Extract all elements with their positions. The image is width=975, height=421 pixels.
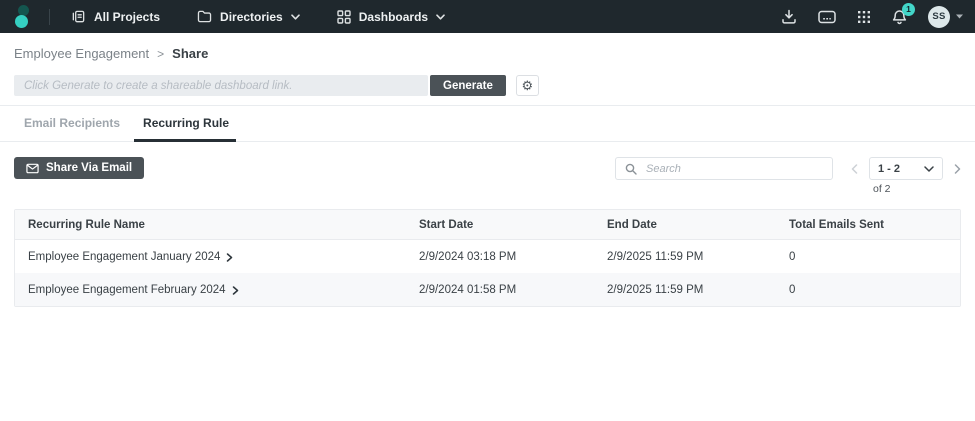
generate-button[interactable]: Generate bbox=[430, 75, 506, 96]
breadcrumb-separator: > bbox=[157, 47, 164, 61]
link-settings-button[interactable]: ⚙ bbox=[516, 75, 539, 96]
search-input[interactable] bbox=[644, 162, 823, 176]
folder-icon bbox=[197, 10, 212, 23]
rule-name-cell: Employee Engagement January 2024 bbox=[15, 251, 405, 263]
column-header-start-date: Start Date bbox=[405, 219, 593, 231]
notifications-bell[interactable]: 1 bbox=[892, 9, 907, 25]
main-content: Employee Engagement > Share Generate ⚙ E… bbox=[0, 46, 975, 307]
breadcrumb: Employee Engagement > Share bbox=[14, 46, 961, 61]
share-link-row: Generate ⚙ bbox=[14, 75, 961, 96]
avatar: SS bbox=[928, 6, 950, 28]
page-total-label: of 2 bbox=[869, 183, 943, 195]
nav-item-dashboards[interactable]: Dashboards bbox=[337, 10, 445, 24]
rule-name: Employee Engagement January 2024 bbox=[28, 251, 220, 263]
column-header-rule-name: Recurring Rule Name bbox=[15, 219, 405, 231]
dashboard-grid-icon bbox=[337, 10, 351, 24]
nav-item-directories[interactable]: Directories bbox=[197, 10, 300, 24]
share-tabs: Email Recipients Recurring Rule bbox=[0, 106, 975, 142]
table-row[interactable]: Employee Engagement January 2024 2/9/202… bbox=[15, 240, 960, 273]
total-emails-cell: 0 bbox=[775, 284, 960, 296]
start-date-cell: 2/9/2024 03:18 PM bbox=[405, 251, 593, 263]
column-header-end-date: End Date bbox=[593, 219, 775, 231]
recurring-rules-table: Recurring Rule Name Start Date End Date … bbox=[14, 209, 961, 307]
projects-icon bbox=[71, 9, 86, 24]
rule-name: Employee Engagement February 2024 bbox=[28, 284, 226, 296]
breadcrumb-parent[interactable]: Employee Engagement bbox=[14, 46, 149, 61]
nav-item-label: Dashboards bbox=[359, 10, 428, 24]
notification-badge: 1 bbox=[902, 3, 915, 16]
page-next-button[interactable] bbox=[954, 164, 961, 174]
column-header-total-emails: Total Emails Sent bbox=[775, 219, 960, 231]
chevron-down-icon bbox=[956, 14, 963, 19]
table-row[interactable]: Employee Engagement February 2024 2/9/20… bbox=[15, 273, 960, 306]
top-navbar: All Projects Directories Dashboards bbox=[0, 0, 975, 33]
breadcrumb-current: Share bbox=[172, 46, 208, 61]
user-menu[interactable]: SS bbox=[928, 6, 963, 28]
envelope-icon bbox=[26, 163, 39, 174]
recurring-rule-toolbar: Share Via Email 1 - 2 bbox=[14, 157, 961, 195]
toolbar-right: 1 - 2 of 2 bbox=[615, 157, 961, 195]
chevron-right-icon bbox=[226, 253, 233, 262]
page-range-value: 1 - 2 bbox=[878, 163, 900, 175]
page-previous-button[interactable] bbox=[851, 164, 858, 174]
total-emails-cell: 0 bbox=[775, 251, 960, 263]
apps-grid-icon[interactable] bbox=[857, 10, 871, 24]
search-icon bbox=[625, 163, 637, 175]
nav-item-label: Directories bbox=[220, 10, 283, 24]
page-range-select-wrap: 1 - 2 of 2 bbox=[869, 157, 943, 195]
brand-logo[interactable] bbox=[14, 3, 32, 30]
navbar-actions: 1 SS bbox=[781, 6, 963, 28]
nav-item-label: All Projects bbox=[94, 10, 160, 24]
chevron-down-icon bbox=[291, 14, 300, 20]
start-date-cell: 2/9/2024 01:58 PM bbox=[405, 284, 593, 296]
share-via-email-button[interactable]: Share Via Email bbox=[14, 157, 144, 179]
end-date-cell: 2/9/2025 11:59 PM bbox=[593, 284, 775, 296]
chevron-down-icon bbox=[436, 14, 445, 20]
download-icon[interactable] bbox=[781, 9, 797, 24]
rule-name-cell: Employee Engagement February 2024 bbox=[15, 284, 405, 296]
logo-dot-teal bbox=[15, 15, 28, 28]
page-range-select[interactable]: 1 - 2 bbox=[869, 157, 943, 180]
end-date-cell: 2/9/2025 11:59 PM bbox=[593, 251, 775, 263]
pagination: 1 - 2 of 2 bbox=[851, 157, 961, 195]
navbar-divider bbox=[49, 9, 50, 25]
gear-icon: ⚙ bbox=[522, 79, 534, 92]
chevron-down-icon bbox=[924, 166, 934, 172]
share-link-input[interactable] bbox=[14, 75, 428, 96]
tab-recurring-rule[interactable]: Recurring Rule bbox=[141, 116, 231, 141]
tab-email-recipients[interactable]: Email Recipients bbox=[22, 116, 122, 141]
chevron-right-icon bbox=[232, 286, 239, 295]
table-header-row: Recurring Rule Name Start Date End Date … bbox=[15, 210, 960, 240]
search-box bbox=[615, 157, 833, 180]
nav-item-all-projects[interactable]: All Projects bbox=[71, 9, 160, 24]
share-via-email-label: Share Via Email bbox=[46, 162, 132, 174]
card-icon[interactable] bbox=[818, 10, 836, 24]
